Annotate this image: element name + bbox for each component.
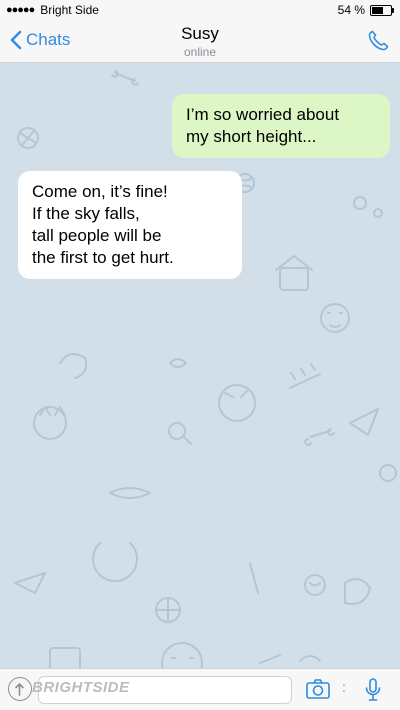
phone-icon[interactable] [366, 29, 390, 53]
nav-bar: Chats Susy online [0, 20, 400, 63]
chat-header[interactable]: Susy online [0, 24, 400, 59]
message-list[interactable]: I’m so worried about my short height... … [0, 63, 400, 668]
battery-percent: 54 % [337, 3, 365, 17]
message-text-line: If the sky falls, [32, 204, 140, 223]
message-input-bar: BRIGHTSIDE : [0, 668, 400, 710]
input-separator: : [342, 679, 346, 695]
chat-screen: ●●●●● Bright Side 54 % Chats Susy online [0, 0, 400, 710]
carrier-name: Bright Side [40, 3, 99, 17]
message-text-line: tall people will be [32, 226, 162, 245]
contact-name: Susy [181, 24, 219, 43]
message-text-line: Come on, it’s fine! [32, 182, 168, 201]
contact-status: online [183, 45, 217, 59]
status-bar: ●●●●● Bright Side 54 % [0, 0, 400, 20]
message-text-line: my short height... [186, 127, 317, 146]
signal-strength: ●●●●● [6, 4, 35, 16]
message-bubble-outgoing[interactable]: I’m so worried about my short height... [172, 94, 390, 158]
camera-icon[interactable] [305, 678, 331, 700]
message-bubble-incoming[interactable]: Come on, it’s fine! If the sky falls, ta… [18, 171, 242, 279]
attach-icon [15, 683, 24, 696]
microphone-icon[interactable] [364, 677, 382, 703]
message-text-line: I’m so worried about [186, 105, 340, 124]
message-text-line: the first to get hurt. [32, 248, 174, 267]
brightside-watermark: BRIGHTSIDE [32, 679, 130, 696]
battery-icon [370, 4, 394, 16]
attach-button[interactable] [8, 677, 32, 701]
